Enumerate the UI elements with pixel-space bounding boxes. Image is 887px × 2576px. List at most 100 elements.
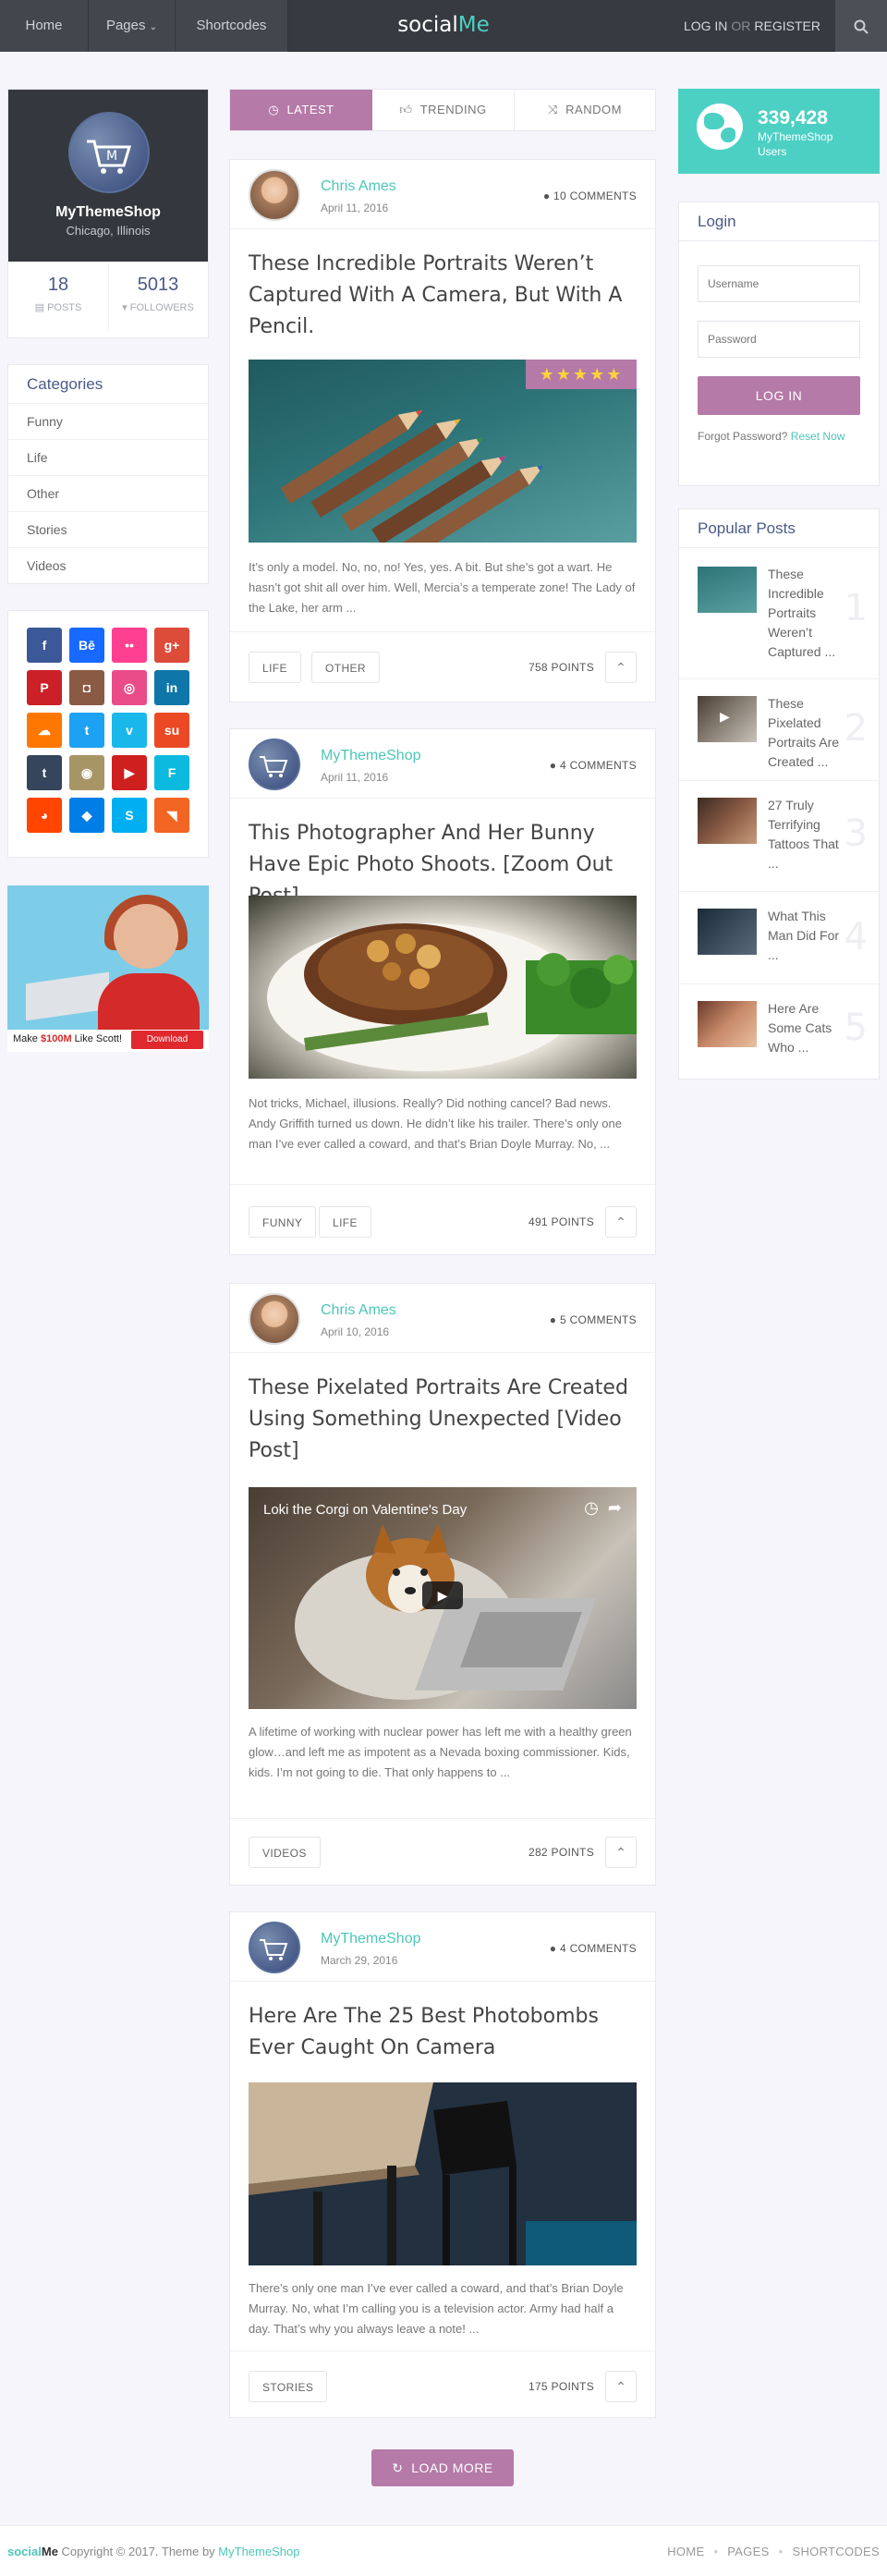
nav-pages-label: Pages [105,18,146,33]
upvote-button[interactable]: ⌃ [605,1206,637,1238]
ad-banner[interactable]: Make $100M Like Scott! Download [7,885,209,1052]
stumbleupon-icon[interactable]: su [154,713,189,748]
ad-download-button[interactable]: Download [131,1031,203,1049]
post-author[interactable]: Chris Ames [321,1302,396,1319]
instagram-icon[interactable]: ◘ [69,670,104,705]
forgot-password-text: Forgot Password? [698,430,788,443]
foursquare-icon[interactable]: F [154,755,189,790]
post-image-furniture[interactable] [249,2082,637,2265]
post-comments[interactable]: ● 5 COMMENTS [550,1313,637,1326]
behance-icon[interactable]: Bē [69,628,104,663]
pinterest-icon[interactable]: P [27,670,62,705]
upvote-button[interactable]: ⌃ [605,652,637,683]
auth-links: LOG IN OR REGISTER [684,0,820,52]
author-avatar[interactable] [249,1293,300,1345]
post-tag[interactable]: VIDEOS [249,1837,321,1868]
popular-item[interactable]: 27 Truly Terrifying Tattoos That ... 3 [679,781,879,892]
popular-item[interactable]: These Incredible Portraits Weren’t Captu… [679,550,879,679]
popular-item[interactable]: What This Man Did For ... 4 [679,892,879,984]
post-image-pencils[interactable]: ★★★★★ [249,360,637,543]
skype-icon[interactable]: S [112,798,147,833]
post-author[interactable]: Chris Ames [321,178,396,195]
google-plus-icon[interactable]: g+ [154,628,189,663]
dribbble-icon[interactable]: ◎ [112,670,147,705]
video-title[interactable]: Loki the Corgi on Valentine's Day [263,1502,467,1518]
avatar[interactable]: M [68,112,150,193]
categories-widget: Categories Funny Life Other Stories Vide… [7,364,209,584]
github-icon[interactable]: ◉ [69,755,104,790]
post-tag[interactable]: LIFE [249,652,301,683]
post-title[interactable]: These Pixelated Portraits Are Created Us… [249,1373,637,1467]
footer-brand-me[interactable]: Me [42,2545,58,2558]
popular-item-title[interactable]: These Incredible Portraits Weren’t Captu… [768,565,842,662]
posts-stat[interactable]: 18 ▤ POSTS [8,275,108,313]
video-player[interactable]: Loki the Corgi on Valentine's Day ◷ ➦ ▶ [249,1487,637,1709]
tumblr-icon[interactable]: t [27,755,62,790]
soundcloud-icon[interactable]: ☁ [27,713,62,748]
post-author[interactable]: MyThemeShop [321,1931,421,1947]
author-avatar[interactable] [249,1922,300,1973]
linkedin-icon[interactable]: in [154,670,189,705]
dropbox-icon[interactable]: ◆ [69,798,104,833]
post-tag[interactable]: LIFE [319,1206,371,1238]
popular-item[interactable]: Here Are Some Cats Who ... 5 [679,984,879,1079]
play-button[interactable]: ▶ [422,1581,463,1609]
upvote-button[interactable]: ⌃ [605,2371,637,2402]
category-item[interactable]: Life [8,440,208,476]
post-comments[interactable]: ● 10 COMMENTS [543,189,637,202]
password-field[interactable] [698,321,860,358]
footer-nav-shortcodes[interactable]: SHORTCODES [793,2545,881,2558]
tab-random[interactable]: ⤨ RANDOM [515,90,655,130]
nav-home[interactable]: Home [0,0,89,52]
youtube-icon[interactable]: ▶ [112,755,147,790]
popular-item-title[interactable]: 27 Truly Terrifying Tattoos That ... [768,796,842,873]
category-item[interactable]: Funny [8,404,208,440]
post-tag[interactable]: FUNNY [249,1206,317,1238]
post-tag[interactable]: STORIES [249,2371,328,2402]
footer-brand-social[interactable]: social [7,2545,42,2558]
category-item[interactable]: Stories [8,512,208,548]
cart-logo-icon [260,756,288,777]
post-tag[interactable]: OTHER [311,652,380,683]
search-button[interactable] [835,0,887,52]
upvote-button[interactable]: ⌃ [605,1837,637,1868]
load-more-button[interactable]: ↻ LOAD MORE [371,2449,514,2486]
ad-text-pre: Make [13,1033,41,1044]
rss-icon[interactable]: ◥ [154,798,189,833]
login-link[interactable]: LOG IN [684,18,727,33]
popular-item-title[interactable]: Here Are Some Cats Who ... [768,999,842,1057]
facebook-icon[interactable]: f [27,628,62,663]
chevron-up-icon: ⌃ [615,1215,626,1229]
tab-latest[interactable]: ◷ LATEST [230,90,372,130]
post-title[interactable]: Here Are The 25 Best Photobombs Ever Cau… [249,2001,637,2064]
popular-item[interactable]: ▶ These Pixelated Portraits Are Created … [679,679,879,781]
nav-shortcodes[interactable]: Shortcodes [176,0,288,52]
flickr-icon[interactable]: •• [112,628,147,663]
author-avatar[interactable] [249,739,300,790]
category-item[interactable]: Other [8,476,208,512]
nav-pages[interactable]: Pages ⌄ [89,0,176,52]
post-comments[interactable]: ● 4 COMMENTS [550,1942,637,1955]
footer-theme-link[interactable]: MyThemeShop [218,2545,299,2558]
login-button[interactable]: LOG IN [698,376,860,415]
category-item[interactable]: Videos [8,548,208,584]
register-link[interactable]: REGISTER [754,18,820,33]
footer-nav-home[interactable]: HOME [667,2545,704,2558]
post-author[interactable]: MyThemeShop [321,748,421,764]
post-comments[interactable]: ● 4 COMMENTS [550,759,637,772]
twitter-icon[interactable]: t [69,713,104,748]
vimeo-icon[interactable]: v [112,713,147,748]
watch-later-icon[interactable]: ◷ [584,1498,599,1517]
footer-nav-pages[interactable]: PAGES [727,2545,769,2558]
reset-now-link[interactable]: Reset Now [791,430,845,443]
tab-trending[interactable]: 👍︎ TRENDING [372,90,515,130]
reddit-icon[interactable]: ◕ [27,798,62,833]
author-avatar[interactable] [249,169,300,221]
popular-item-title[interactable]: These Pixelated Portraits Are Created ..… [768,694,842,772]
username-field[interactable] [698,265,860,302]
post-title[interactable]: These Incredible Portraits Weren’t Captu… [249,249,637,343]
popular-item-title[interactable]: What This Man Did For ... [768,907,842,965]
share-icon[interactable]: ➦ [608,1498,622,1517]
post-image-food[interactable] [249,896,637,1079]
followers-stat[interactable]: 5013 ▾ FOLLOWERS [108,275,208,313]
